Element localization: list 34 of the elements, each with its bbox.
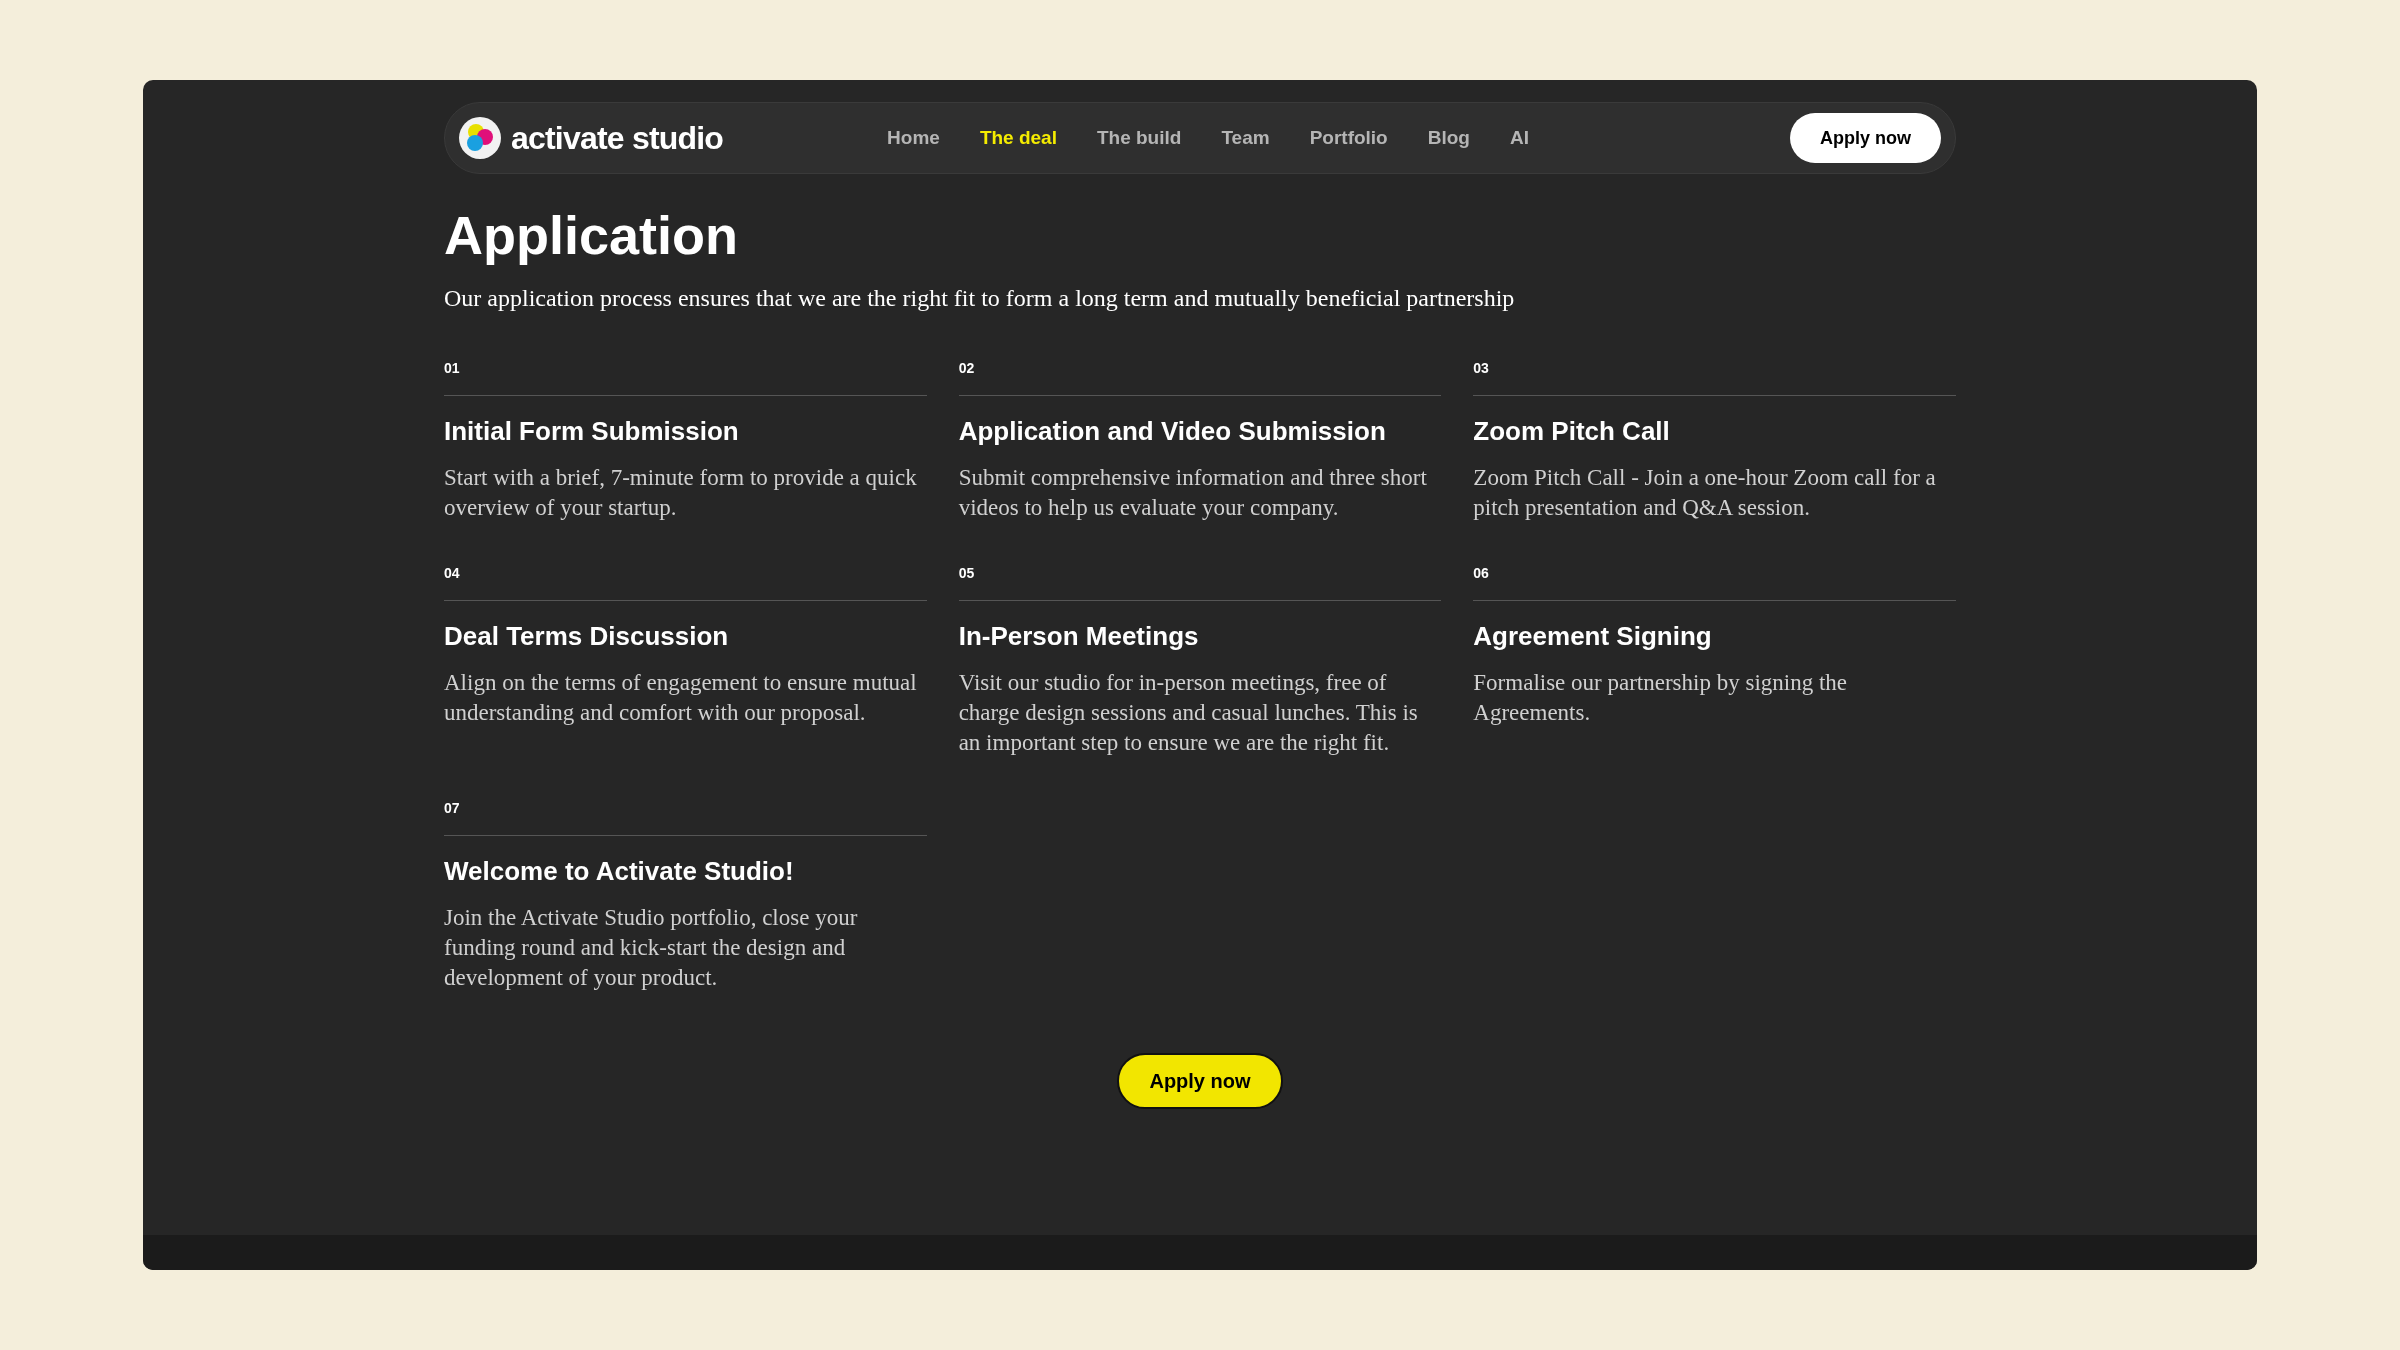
step-description: Start with a brief, 7-minute form to provide a quick overview of your startup.	[444, 463, 918, 522]
page-heading: Application	[444, 204, 739, 267]
step-number: 01	[444, 358, 461, 378]
step-title: Zoom Pitch Call	[1473, 414, 1671, 448]
step-description: Join the Activate Studio portfolio, close your funding round and kick-start the design and development of your product.	[444, 903, 859, 992]
step-description: Zoom Pitch Call - Join a one-hour Zoom call for a pitch presentation and Q&A session.	[1473, 463, 1937, 522]
step-number: 07	[444, 798, 461, 818]
logo-text: activate studio	[511, 119, 724, 158]
nav-link[interactable]: The build	[1096, 123, 1182, 153]
nav-link[interactable]: Home	[887, 123, 940, 153]
intro-text: Our application process ensures that we are the right fit to form a long term and mutually beneficial partnership	[444, 283, 1516, 313]
step-number: 05	[958, 563, 976, 583]
step-description: Formalise our partnership by signing the Agreements.	[1473, 668, 1849, 727]
nav-link[interactable]: The deal	[979, 123, 1057, 153]
step-title: Deal Terms Discussion	[444, 619, 730, 653]
step-number: 03	[1473, 358, 1490, 378]
step-title: Welcome to Activate Studio!	[444, 854, 795, 888]
apply-now-button[interactable]: Apply now	[1790, 113, 1941, 163]
nav-link[interactable]: Team	[1221, 123, 1270, 153]
nav-link[interactable]: Portfolio	[1309, 123, 1388, 153]
apply-now-button[interactable]: Apply now	[1117, 1052, 1283, 1109]
step-title: Application and Video Submission	[958, 414, 1387, 448]
step-description: Align on the terms of engagement to ensure mutual understanding and comfort with our proposal.	[444, 668, 918, 727]
step-number: 04	[444, 563, 461, 583]
logo-icon	[459, 117, 501, 159]
step-description: Submit comprehensive information and three short videos to help us evaluate your company.	[958, 463, 1428, 522]
step-title: Initial Form Submission	[444, 414, 740, 448]
step-description: Visit our studio for in-person meetings, free of charge design sessions and casual lunches. This is an important step to ensure we are the right fit.	[958, 668, 1419, 757]
nav-link[interactable]: Blog	[1427, 123, 1470, 153]
step-title: In-Person Meetings	[958, 619, 1200, 653]
step-number: 02	[958, 358, 976, 378]
nav-link[interactable]: AI	[1509, 123, 1529, 153]
step-title: Agreement Signing	[1473, 619, 1713, 653]
step-number: 06	[1473, 563, 1490, 583]
